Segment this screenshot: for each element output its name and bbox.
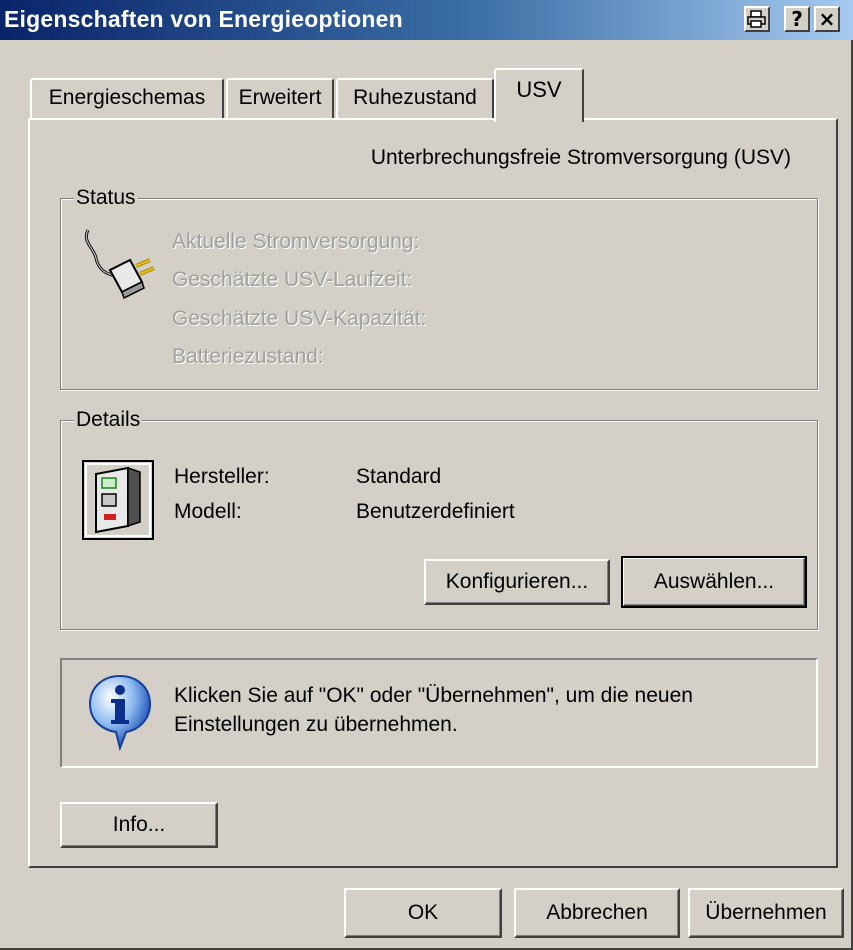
ok-button[interactable]: OK [344,888,502,938]
details-legend: Details [74,408,143,432]
tab-label: Ruhezustand [353,86,477,109]
info-text-line1: Klicken Sie auf "OK" oder "Übernehmen", … [174,684,693,707]
info-icon [88,674,152,752]
model-value: Benutzerdefiniert [356,500,515,523]
status-legend: Status [74,186,138,210]
title-bar[interactable]: Eigenschaften von Energieoptionen ? × [0,0,853,40]
info-button[interactable]: Info... [60,802,218,848]
help-button[interactable]: ? [784,6,810,32]
tab-label: Energieschemas [48,86,206,109]
model-label: Modell: [174,500,242,523]
manufacturer-value: Standard [356,465,442,488]
close-button[interactable]: × [814,6,840,32]
help-icon: ? [791,7,803,31]
tab-label: Erweitert [238,86,322,109]
window-title: Eigenschaften von Energieoptionen [4,6,403,32]
ups-device-icon [82,460,154,540]
tab-usv[interactable]: USV [494,68,584,122]
tab-erweitert[interactable]: Erweitert [226,78,334,118]
status-battery: Batteriezustand: [172,345,324,368]
status-runtime: Geschätzte USV-Laufzeit: [172,268,413,291]
cancel-button[interactable]: Abbrechen [514,888,680,938]
status-capacity: Geschätzte USV-Kapazität: [172,307,427,330]
status-current-power: Aktuelle Stromversorgung: [172,230,420,253]
select-button[interactable]: Auswählen... [621,556,807,608]
manufacturer-label: Hersteller: [174,465,270,488]
printer-icon [747,10,766,28]
apply-button[interactable]: Übernehmen [688,888,844,938]
info-text-line2: Einstellungen zu übernehmen. [174,713,458,736]
tab-ruhezustand[interactable]: Ruhezustand [336,78,494,118]
tab-label: USV [516,77,562,102]
close-icon: × [818,7,836,31]
configure-button[interactable]: Konfigurieren... [424,559,610,605]
power-plug-icon [84,229,155,300]
dialog-window: Eigenschaften von Energieoptionen ? × En… [0,0,853,950]
tab-energieschemas[interactable]: Energieschemas [30,78,224,118]
print-button[interactable] [744,6,770,32]
page-title: Unterbrechungsfreie Stromversorgung (USV… [370,146,791,169]
